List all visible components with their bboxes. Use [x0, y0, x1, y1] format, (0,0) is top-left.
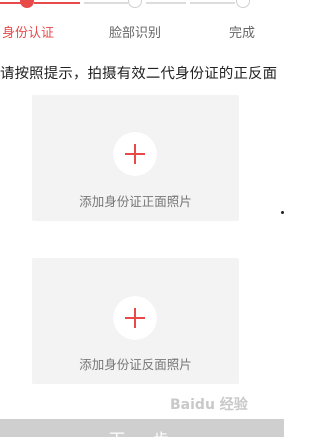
step-1-label: 身份认证 [2, 26, 55, 41]
watermark: Baidu 经验 [170, 397, 248, 413]
next-step-label: 下一步 [0, 426, 284, 437]
step-3-dot [236, 0, 250, 8]
step-2-label: 脸部识别 [109, 26, 162, 41]
stray-dot [281, 211, 284, 214]
id-back-upload-card[interactable]: 添加身份证反面照片 [32, 258, 239, 384]
add-front-photo-button[interactable] [113, 132, 157, 176]
id-front-upload-card[interactable]: 添加身份证正面照片 [32, 95, 239, 221]
add-back-photo-button[interactable] [113, 296, 157, 340]
step-1-dot [20, 0, 34, 8]
progress-line-pending [84, 2, 128, 4]
progress-line-done [0, 2, 22, 4]
progress-line-active [34, 2, 80, 4]
step-3-label: 完成 [229, 26, 256, 41]
progress-line-pending [146, 2, 186, 4]
step-2-dot [128, 0, 142, 8]
id-back-label: 添加身份证反面照片 [79, 357, 192, 372]
progress-line-pending [190, 2, 235, 4]
instruction-text: 请按照提示，拍摄有效二代身份证的正反面 [0, 66, 278, 82]
next-step-button[interactable]: 下一步 [0, 419, 284, 437]
id-front-label: 添加身份证正面照片 [79, 194, 192, 209]
